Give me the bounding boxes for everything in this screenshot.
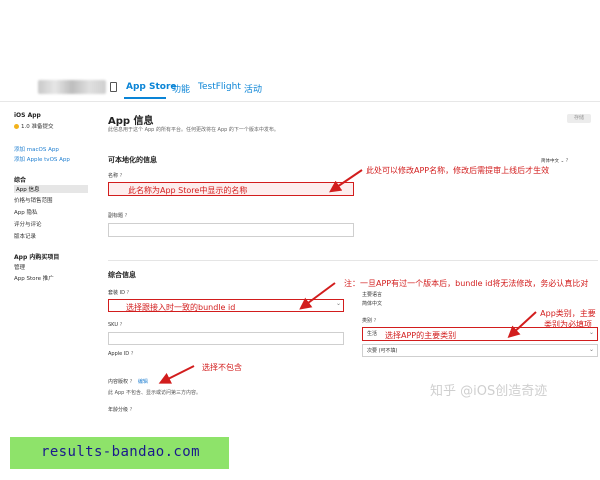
arrow-bundle — [299, 282, 336, 310]
arrow-category — [507, 311, 537, 339]
arrow-rights — [158, 365, 195, 384]
watermark: 知乎 @iOS创造奇迹 — [430, 384, 548, 399]
annotation-arrows — [158, 169, 537, 384]
arrow-name — [329, 169, 363, 193]
site-banner-text[interactable]: results-bandao.com — [41, 444, 200, 460]
